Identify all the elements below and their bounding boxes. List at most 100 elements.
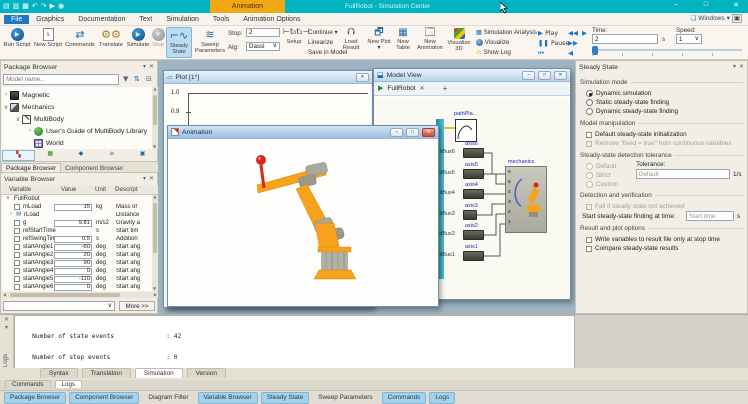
- value-field[interactable]: -110: [54, 276, 92, 283]
- pin-icon[interactable]: ▾: [143, 176, 146, 182]
- simulate-button[interactable]: ▶Simulate: [126, 28, 150, 48]
- statusbar-logs[interactable]: Logs: [429, 392, 455, 404]
- new-tab-button[interactable]: +: [443, 84, 448, 93]
- statusbar-sweep-parameters[interactable]: Sweep Parameters: [312, 392, 378, 404]
- col-value[interactable]: Value: [61, 186, 76, 193]
- tab-simulation-log[interactable]: Simulation: [135, 368, 183, 378]
- table-row[interactable]: startAngle40degStart ang: [2, 267, 152, 275]
- collapse-icon[interactable]: ∨: [6, 196, 10, 202]
- statusbar-commands[interactable]: Commands: [382, 392, 427, 404]
- radio-tolerance-default[interactable]: Default: [586, 163, 616, 170]
- value-field[interactable]: 0: [54, 268, 92, 275]
- new-file-icon[interactable]: ▤: [3, 3, 10, 10]
- checkbox-fail-if-not-achieved[interactable]: Fail if steady state not achieved: [586, 203, 685, 210]
- setup-button[interactable]: ⊢t₀t₁⊣Setup: [283, 28, 305, 45]
- plot-checkbox[interactable]: [14, 204, 20, 210]
- value-field[interactable]: 0: [54, 284, 92, 291]
- radio-static-steady-state[interactable]: Static steady-state finding: [586, 99, 669, 106]
- value-field[interactable]: -60: [54, 244, 92, 251]
- animation-maximize-button[interactable]: □: [406, 128, 419, 137]
- more-button[interactable]: More >>: [119, 301, 155, 311]
- expand-icon[interactable]: ›: [2, 92, 10, 98]
- filter-icon[interactable]: ▼: [123, 76, 128, 83]
- time-slider-track[interactable]: [592, 49, 742, 51]
- close-button[interactable]: ✕: [728, 1, 744, 12]
- new-table-button[interactable]: ▦New Table: [391, 28, 415, 51]
- checkbox-default-initialization[interactable]: Default steady-state initialization: [586, 131, 687, 138]
- translate-button[interactable]: ⚙⚙Translate: [97, 28, 125, 48]
- checkbox-remove-fixed[interactable]: Remove "fixed = true" from continuous va…: [586, 140, 732, 147]
- radio-tolerance-custom[interactable]: Custom: [586, 181, 618, 188]
- plot-checkbox[interactable]: [14, 268, 20, 274]
- steady-state-button[interactable]: ⌐∿Steady State: [166, 27, 192, 58]
- statusbar-steady-state[interactable]: Steady State: [261, 392, 310, 404]
- value-field[interactable]: 20: [54, 252, 92, 259]
- pin-icon[interactable]: ▾: [733, 64, 736, 70]
- time-field[interactable]: 2: [592, 34, 658, 44]
- plot-checkbox[interactable]: [14, 276, 20, 282]
- tree-item-users-guide[interactable]: ›User's Guide of MultiBody Library: [2, 125, 152, 137]
- visualize-button[interactable]: Visualize: [476, 39, 509, 46]
- diagram-view-button[interactable]: ▦: [35, 150, 66, 161]
- axis2-component[interactable]: [463, 230, 484, 240]
- axis5-component[interactable]: [463, 169, 484, 179]
- statusbar-diagram-filter[interactable]: Diagram Filter: [142, 392, 194, 404]
- new-script-button[interactable]: sNew Script: [33, 28, 63, 48]
- expand-icon[interactable]: ›: [26, 128, 34, 134]
- plot-checkbox[interactable]: [14, 220, 20, 226]
- tab-commands[interactable]: Commands: [5, 380, 51, 388]
- sweep-parameters-button[interactable]: ≋Sweep Parameters: [193, 28, 227, 54]
- tree-item-world[interactable]: World: [2, 137, 152, 149]
- table-row[interactable]: g9.81m/s2Gravity a: [2, 219, 152, 227]
- table-row[interactable]: ∨FullRobot: [2, 195, 152, 203]
- frame-back-button[interactable]: ◀: [568, 49, 573, 57]
- plot-checkbox[interactable]: [14, 284, 20, 290]
- plot-checkbox[interactable]: [14, 236, 20, 242]
- text-view-button[interactable]: ▣: [127, 150, 158, 161]
- menu-file[interactable]: File: [4, 15, 29, 24]
- simulation-analysis-button[interactable]: ▦ Simulation Analysis: [476, 29, 537, 36]
- axis3-component[interactable]: [463, 210, 477, 220]
- axis4-component[interactable]: [463, 189, 484, 199]
- show-log-button[interactable]: ⚠ Show Log: [476, 49, 511, 56]
- plot-close-button[interactable]: ✕: [356, 73, 369, 82]
- model-minimize-button[interactable]: –: [522, 71, 535, 80]
- new-animation-button[interactable]: 🗔New Animation: [415, 28, 445, 51]
- plot-checkbox[interactable]: [14, 252, 20, 258]
- tree-item-magnetic[interactable]: ›Magnetic: [2, 89, 152, 101]
- animation-contextual-tab[interactable]: Animation: [210, 0, 285, 13]
- speed-select[interactable]: 1∨: [676, 34, 702, 44]
- col-variable[interactable]: Variable: [9, 186, 31, 193]
- collapse-icon[interactable]: ∨: [14, 116, 22, 123]
- tab-version[interactable]: Version: [187, 368, 226, 378]
- model-view-titlebar[interactable]: ⬓ Model View – □ ✕: [374, 69, 570, 82]
- table-row[interactable]: refStartTimesStart tim: [2, 227, 152, 235]
- layout-icon[interactable]: ▣: [732, 14, 742, 23]
- minimize-button[interactable]: –: [668, 1, 684, 12]
- checkbox-write-at-stop-time[interactable]: Write variables to result file only at s…: [586, 236, 720, 243]
- play-button[interactable]: ▶ Play: [538, 29, 558, 37]
- expand-icon[interactable]: ›: [10, 212, 12, 218]
- step-forward-button[interactable]: ▶▶: [568, 39, 578, 47]
- linearize-button[interactable]: Linearize: [308, 39, 333, 46]
- open-file-icon[interactable]: ▥: [13, 3, 20, 10]
- table-row[interactable]: startAngle5-110degStart ang: [2, 275, 152, 283]
- windows-menu[interactable]: ❏ Windows▾ ▣: [690, 14, 742, 23]
- tab-syntax[interactable]: Syntax: [40, 368, 78, 378]
- close-panel-icon[interactable]: ✕: [739, 64, 744, 70]
- skip-to-start-button[interactable]: ⏮: [538, 49, 544, 58]
- table-row[interactable]: mLoad15kgMass of: [2, 203, 152, 211]
- animation-canvas[interactable]: [168, 139, 438, 306]
- start-time-field[interactable]: Start time: [686, 211, 734, 221]
- pin-icon[interactable]: ▾: [143, 64, 146, 70]
- stop-time-field[interactable]: 2: [246, 28, 280, 37]
- menu-tools[interactable]: Tools: [206, 15, 236, 24]
- sort-icon[interactable]: ⇅: [134, 76, 140, 83]
- tree-item-mechanics[interactable]: ∨Mechanics: [2, 101, 152, 113]
- save-icon[interactable]: ▦: [22, 3, 29, 10]
- load-result-button[interactable]: ⮉Load Result: [338, 28, 364, 51]
- value-field[interactable]: 90: [54, 260, 92, 267]
- radio-dynamic-simulation[interactable]: Dynamic simulation: [586, 90, 651, 97]
- axis6-component[interactable]: [463, 148, 484, 158]
- path-planning-component[interactable]: 6: [455, 119, 477, 142]
